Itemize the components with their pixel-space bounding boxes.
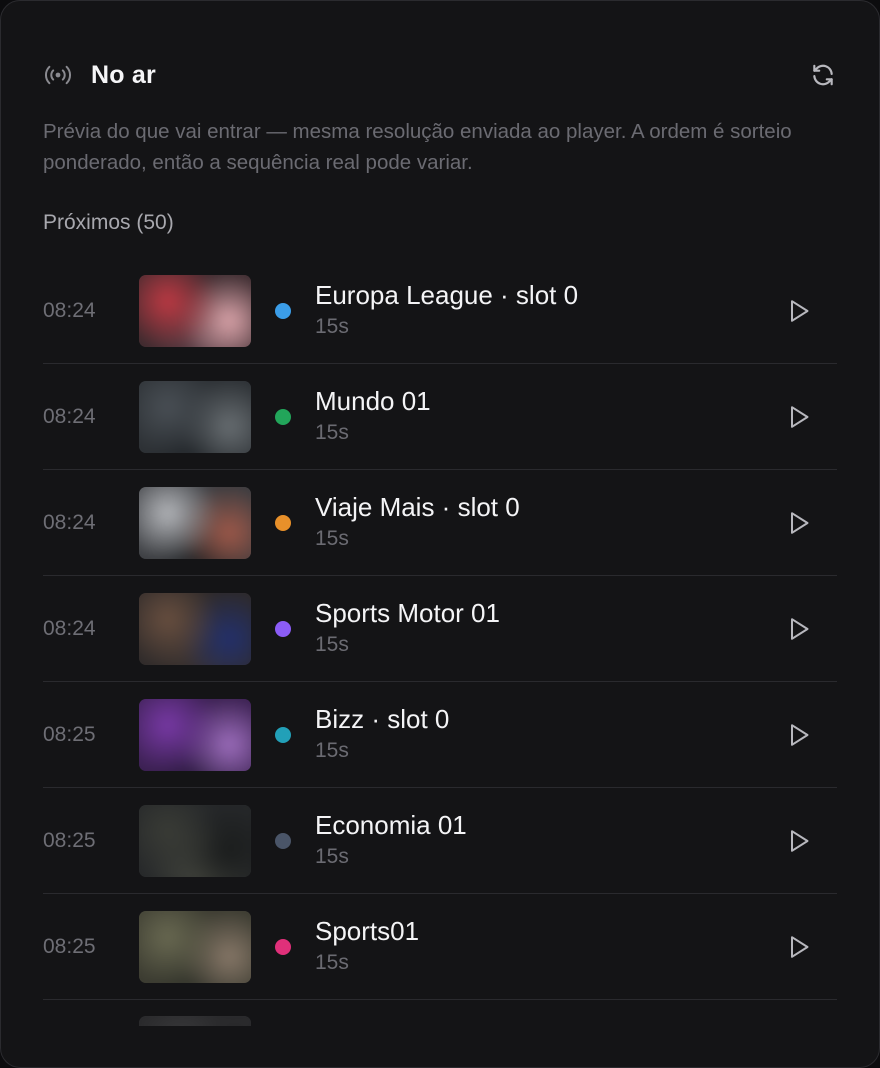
item-time: 08:25: [43, 934, 96, 958]
on-air-panel: No ar Prévia do que vai entrar — mesma r…: [0, 0, 880, 1068]
item-time: 08:24: [43, 616, 96, 640]
item-info: Sports01 15s: [315, 915, 419, 977]
list-item[interactable]: 08:25 Bizz · slot 0 15s: [43, 682, 837, 788]
list-item[interactable]: 08:25 Sports01 15s: [43, 894, 837, 1000]
item-time: 08:25: [43, 722, 96, 746]
play-button[interactable]: [779, 609, 819, 649]
play-icon: [787, 404, 811, 430]
play-icon: [787, 934, 811, 960]
item-duration: 15s: [315, 314, 349, 338]
category-color-dot: [275, 514, 291, 531]
panel-description: Prévia do que vai entrar — mesma resoluç…: [43, 120, 792, 174]
broadcast-icon: [43, 60, 73, 90]
item-time: 08:24: [43, 298, 96, 322]
item-duration: 15s: [315, 420, 349, 444]
category-color-dot: [275, 832, 291, 849]
list-item[interactable]: 08:25 Economia 01 15s: [43, 788, 837, 894]
play-icon: [787, 828, 811, 854]
refresh-button[interactable]: [803, 55, 843, 95]
play-button[interactable]: [779, 291, 819, 331]
play-button[interactable]: [779, 715, 819, 755]
item-thumbnail: [139, 592, 251, 665]
item-info: Bizz · slot 0 15s: [315, 703, 449, 765]
item-thumbnail: [139, 274, 251, 347]
item-duration: 15s: [315, 950, 349, 974]
category-color-dot: [275, 620, 291, 637]
play-button[interactable]: [779, 503, 819, 543]
item-name: Mundo 01: [315, 385, 431, 416]
refresh-icon: [813, 64, 833, 86]
play-button[interactable]: [779, 821, 819, 861]
item-thumbnail: [139, 380, 251, 453]
item-name: Viaje Mais · slot 0: [315, 491, 520, 522]
item-thumbnail: [139, 1016, 251, 1026]
list-item-partial[interactable]: [43, 1000, 837, 1026]
category-color-dot: [275, 938, 291, 955]
category-color-dot: [275, 302, 291, 319]
item-name: Europa League · slot 0: [315, 279, 579, 310]
item-time: 08:25: [43, 828, 96, 852]
play-icon: [787, 510, 811, 536]
item-name: Economia 01: [315, 809, 467, 840]
upcoming-list[interactable]: 08:24 Europa League · slot 0 15s 08:24 Mundo…: [43, 258, 837, 1026]
list-item[interactable]: 08:24 Europa League · slot 0 15s: [43, 258, 837, 364]
item-name: Bizz · slot 0: [315, 703, 450, 734]
play-button[interactable]: [779, 397, 819, 437]
item-thumbnail: [139, 804, 251, 877]
play-icon: [787, 722, 811, 748]
category-color-dot: [275, 726, 291, 743]
item-duration: 15s: [315, 632, 349, 656]
item-info: Sports Motor 01 15s: [315, 597, 500, 659]
panel-title: No ar: [91, 60, 156, 89]
category-color-dot: [275, 408, 291, 425]
list-item[interactable]: 08:24 Sports Motor 01 15s: [43, 576, 837, 682]
item-info: Viaje Mais · slot 0 15s: [315, 491, 520, 553]
list-item[interactable]: 08:24 Mundo 01 15s: [43, 364, 837, 470]
upcoming-section-label: Próximos (50): [43, 211, 174, 234]
item-duration: 15s: [315, 738, 349, 762]
item-thumbnail: [139, 486, 251, 559]
item-name: Sports01: [315, 915, 420, 946]
item-duration: 15s: [315, 526, 349, 550]
item-name: Sports Motor 01: [315, 597, 500, 628]
item-thumbnail: [139, 698, 251, 771]
item-thumbnail: [139, 910, 251, 983]
item-duration: 15s: [315, 844, 349, 868]
panel-header: No ar: [43, 53, 837, 97]
item-time: 08:24: [43, 404, 96, 428]
list-item[interactable]: 08:24 Viaje Mais · slot 0 15s: [43, 470, 837, 576]
play-icon: [787, 298, 811, 324]
item-info: Mundo 01 15s: [315, 385, 431, 447]
item-info: Economia 01 15s: [315, 809, 467, 871]
item-info: Europa League · slot 0 15s: [315, 279, 578, 341]
play-icon: [787, 616, 811, 642]
item-time: 08:24: [43, 510, 96, 534]
play-button[interactable]: [779, 927, 819, 967]
